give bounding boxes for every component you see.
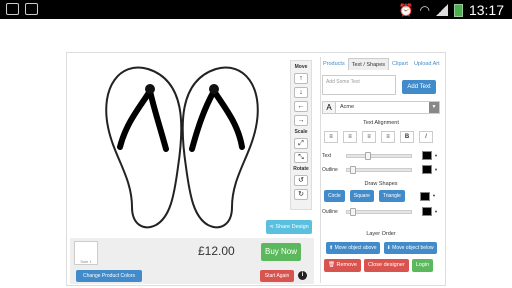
italic-button[interactable]: I bbox=[419, 131, 433, 143]
move-left-button[interactable]: ← bbox=[294, 101, 308, 112]
change-product-colors-button[interactable]: Change Product Colors bbox=[76, 270, 142, 282]
move-above-button[interactable]: ⬆ Move object above bbox=[326, 242, 380, 254]
close-designer-button[interactable]: Close designer bbox=[364, 259, 409, 272]
signal-icon bbox=[435, 4, 448, 16]
start-again-button[interactable]: Start Again bbox=[260, 270, 294, 282]
move-label: Move bbox=[294, 64, 308, 70]
move-below-button[interactable]: ⬇ Move object below bbox=[383, 242, 437, 254]
text-label: Text bbox=[322, 152, 332, 159]
status-bar: ⏰ ◠ 13:17 bbox=[0, 0, 512, 19]
product-thumbnail[interactable]: Sole 1 bbox=[74, 241, 98, 265]
chevron-down-icon: ▼ bbox=[429, 102, 439, 113]
shape-outline-slider-thumb[interactable] bbox=[350, 207, 356, 216]
font-icon: A bbox=[322, 101, 336, 114]
add-text-button[interactable]: Add Text bbox=[402, 80, 436, 94]
shape-outline-color-swatch[interactable] bbox=[422, 207, 432, 216]
draw-shapes-title: Draw Shapes bbox=[364, 181, 398, 187]
share-design-button[interactable]: ⋖ Share Design bbox=[266, 220, 312, 234]
text-outline-slider[interactable] bbox=[346, 165, 412, 174]
remove-button[interactable]: 🗑 Remove bbox=[324, 259, 361, 272]
scale-label: Scale bbox=[294, 129, 308, 135]
align-justify-button[interactable]: ≡ bbox=[381, 131, 395, 143]
info-icon[interactable]: i bbox=[298, 271, 307, 280]
chevron-down-icon: ▼ bbox=[434, 167, 438, 172]
shape-outline-row: Outline ▼ bbox=[322, 207, 442, 216]
text-alignment-title: Text Alignment bbox=[363, 120, 399, 126]
text-alignment-buttons: ≡ ≡ ≡ ≡ B I bbox=[324, 131, 433, 143]
screenshot-notification-icon bbox=[25, 3, 38, 15]
design-canvas[interactable] bbox=[70, 57, 286, 235]
shape-outline-label: Outline bbox=[322, 208, 338, 215]
outline-label: Outline bbox=[322, 166, 338, 173]
gallery-notification-icon bbox=[6, 3, 19, 15]
move-right-button[interactable]: → bbox=[294, 115, 308, 126]
circle-button[interactable]: Circle bbox=[324, 190, 345, 202]
rotate-right-button[interactable]: ↻ bbox=[294, 189, 308, 200]
trash-icon: 🗑 bbox=[328, 262, 337, 268]
add-text-input[interactable]: Add Some Text bbox=[322, 75, 396, 95]
text-color-swatch[interactable] bbox=[422, 151, 432, 160]
chevron-down-icon: ▼ bbox=[434, 209, 438, 214]
buy-now-button[interactable]: Buy Now bbox=[261, 243, 301, 261]
wifi-icon: ◠ bbox=[419, 3, 430, 17]
panel-tabs: Products Text / Shapes Clipart Upload Ar… bbox=[320, 58, 443, 70]
product-price: £12.00 bbox=[198, 244, 235, 258]
alarm-icon: ⏰ bbox=[398, 3, 414, 17]
align-right-button[interactable]: ≡ bbox=[362, 131, 376, 143]
font-select[interactable]: Acme ▼ bbox=[336, 101, 440, 114]
scale-up-button[interactable]: ⤢ bbox=[294, 138, 308, 149]
layer-buttons: ⬆ Move object above ⬇ Move object below bbox=[326, 242, 437, 254]
action-buttons: 🗑 Remove Close designer Login bbox=[324, 259, 434, 272]
text-outline-row: Outline ▼ bbox=[322, 165, 442, 174]
text-size-row: Text ▼ bbox=[322, 151, 442, 160]
text-outline-slider-thumb[interactable] bbox=[350, 165, 356, 174]
font-selector[interactable]: A Acme ▼ bbox=[322, 101, 440, 114]
rotate-left-button[interactable]: ↺ bbox=[294, 175, 308, 186]
move-up-button[interactable]: ↑ bbox=[294, 73, 308, 84]
chevron-down-icon: ▼ bbox=[432, 193, 436, 198]
bold-button[interactable]: B bbox=[400, 131, 414, 143]
text-slider[interactable] bbox=[346, 151, 412, 160]
clock: 13:17 bbox=[468, 2, 504, 18]
align-left-button[interactable]: ≡ bbox=[324, 131, 338, 143]
align-center-button[interactable]: ≡ bbox=[343, 131, 357, 143]
rotate-label: Rotate bbox=[293, 166, 309, 172]
square-button[interactable]: Square bbox=[349, 190, 374, 202]
chevron-down-icon: ▼ bbox=[434, 153, 438, 158]
move-down-button[interactable]: ↓ bbox=[294, 87, 308, 98]
shape-buttons: Circle Square Triangle bbox=[324, 190, 405, 202]
tab-text-shapes[interactable]: Text / Shapes bbox=[347, 58, 390, 70]
outline-color-swatch[interactable] bbox=[422, 165, 432, 174]
shape-color-swatch[interactable] bbox=[420, 192, 430, 201]
shape-outline-slider[interactable] bbox=[346, 207, 412, 216]
triangle-button[interactable]: Triangle bbox=[378, 190, 405, 202]
scale-down-button[interactable]: ⤡ bbox=[294, 152, 308, 163]
layer-order-title: Layer Order bbox=[366, 231, 396, 237]
battery-icon bbox=[453, 3, 463, 17]
tab-upload-art[interactable]: Upload Art bbox=[411, 58, 443, 70]
transform-toolbar: Move ↑ ↓ ← → Scale ⤢ ⤡ Rotate ↺ ↻ bbox=[290, 60, 312, 210]
tab-products[interactable]: Products bbox=[320, 58, 348, 70]
flip-flop-product-image bbox=[105, 66, 259, 229]
login-button[interactable]: Login bbox=[411, 259, 434, 272]
tab-clipart[interactable]: Clipart bbox=[389, 58, 411, 70]
text-slider-thumb[interactable] bbox=[365, 151, 371, 160]
